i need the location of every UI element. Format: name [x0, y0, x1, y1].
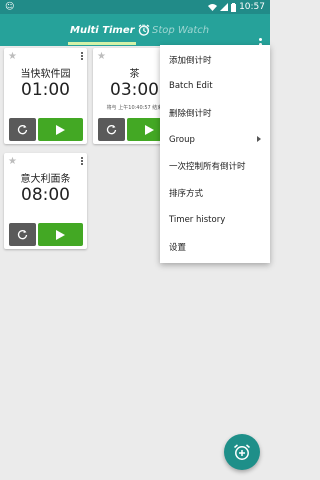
play-icon	[56, 229, 65, 240]
wifi-icon	[208, 4, 218, 11]
menu-item-label: Group	[169, 135, 195, 145]
menu-item-settings[interactable]: 设置	[160, 234, 270, 260]
add-alarm-icon	[234, 444, 250, 460]
notification-icon: ☺	[5, 2, 15, 12]
stopwatch-icon	[138, 24, 149, 36]
signal-icon	[220, 3, 229, 11]
overflow-menu: 添加倒计时 Batch Edit 删除倒计时 Group 一次控制所有倒计时 排…	[160, 45, 270, 263]
status-bar: ☺ 10:57	[0, 0, 270, 14]
menu-item-delete-timer[interactable]: 删除倒计时	[160, 100, 270, 126]
menu-item-add-timer[interactable]: 添加倒计时	[160, 47, 270, 73]
play-button[interactable]	[38, 118, 83, 141]
menu-item-control-all[interactable]: 一次控制所有倒计时	[160, 153, 270, 179]
status-icons: 10:57	[208, 1, 265, 13]
menu-item-label: 设置	[169, 243, 187, 253]
reset-button[interactable]	[9, 223, 36, 246]
submenu-arrow-icon	[257, 136, 261, 142]
tab-stop-watch[interactable]: Stop Watch	[138, 14, 209, 46]
menu-item-label: 排序方式	[169, 189, 204, 199]
menu-item-label: Batch Edit	[169, 81, 213, 91]
timer-time: 08:00	[21, 185, 70, 205]
reset-button[interactable]	[9, 118, 36, 141]
timer-card[interactable]: ★ 当快软件园 01:00	[4, 48, 87, 144]
menu-item-label: 删除倒计时	[169, 109, 212, 119]
card-more-icon[interactable]	[81, 157, 83, 165]
menu-item-label: 添加倒计时	[169, 56, 212, 66]
tab-multi-timer-label: Multi Timer	[70, 24, 135, 36]
star-icon[interactable]: ★	[8, 156, 17, 167]
refresh-icon	[106, 125, 117, 135]
status-time: 10:57	[239, 2, 265, 12]
tab-stop-watch-label: Stop Watch	[152, 24, 210, 36]
timer-name: 当快软件园	[20, 69, 71, 80]
refresh-icon	[17, 125, 28, 135]
play-icon	[56, 124, 65, 135]
card-more-icon[interactable]	[81, 52, 83, 60]
add-timer-fab[interactable]	[224, 434, 260, 470]
play-icon	[145, 124, 154, 135]
star-icon[interactable]: ★	[97, 51, 106, 62]
timer-time: 01:00	[21, 80, 70, 100]
battery-icon	[231, 2, 237, 12]
menu-item-batch-edit[interactable]: Batch Edit	[160, 73, 270, 99]
timer-card[interactable]: ★ 意大利面条 08:00	[4, 153, 87, 249]
reset-button[interactable]	[98, 118, 125, 141]
menu-item-timer-history[interactable]: Timer history	[160, 207, 270, 233]
play-button[interactable]	[38, 223, 83, 246]
menu-item-label: 一次控制所有倒计时	[169, 162, 246, 172]
timer-name: 意大利面条	[20, 174, 71, 185]
tab-indicator	[68, 42, 136, 45]
star-icon[interactable]: ★	[8, 51, 17, 62]
menu-item-label: Timer history	[169, 215, 226, 225]
menu-item-sort[interactable]: 排序方式	[160, 180, 270, 206]
menu-item-group[interactable]: Group	[160, 127, 270, 153]
refresh-icon	[17, 230, 28, 240]
